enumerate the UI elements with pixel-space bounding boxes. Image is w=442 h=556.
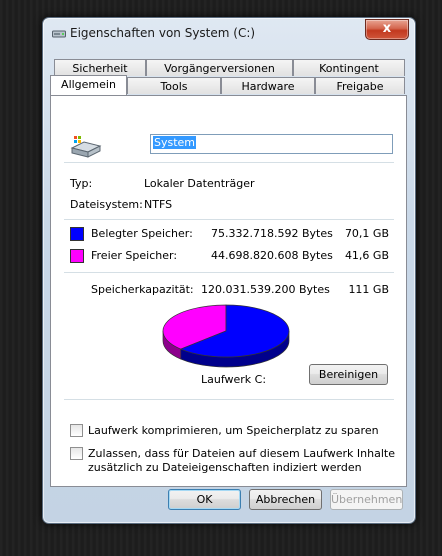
index-label-line1[interactable]: Zulassen, dass für Dateien auf diesem La… — [88, 447, 395, 460]
index-label-line2[interactable]: zusätzlich zu Dateieigenschaften indizie… — [88, 461, 362, 474]
drive-icon — [70, 136, 102, 158]
filesystem-label: Dateisystem: — [70, 198, 143, 211]
compress-label[interactable]: Laufwerk komprimieren, um Speicherplatz … — [88, 424, 379, 437]
filesystem-value: NTFS — [144, 198, 173, 211]
divider — [64, 219, 394, 220]
close-button[interactable]: x — [365, 19, 409, 40]
tab-sicherheit[interactable]: Sicherheit — [54, 59, 146, 76]
used-space-bytes: 75.332.718.592 Bytes — [211, 227, 333, 240]
ok-button[interactable]: OK — [168, 489, 241, 510]
drive-name-input[interactable]: System — [150, 134, 393, 154]
free-space-label: Freier Speicher: — [91, 249, 178, 262]
title-bar[interactable]: Eigenschaften von System (C:) x — [43, 18, 415, 48]
used-space-swatch — [70, 227, 84, 241]
capacity-size: 111 GB — [348, 283, 389, 296]
tab-hardware[interactable]: Hardware — [221, 77, 315, 94]
tab-vorgaengerversionen[interactable]: Vorgängerversionen — [146, 59, 293, 76]
tab-kontingent[interactable]: Kontingent — [293, 59, 405, 76]
tab-strip: Sicherheit Vorgängerversionen Kontingent… — [50, 59, 407, 97]
free-space-size: 41,6 GB — [344, 249, 389, 262]
compress-checkbox[interactable] — [70, 424, 83, 437]
cleanup-button[interactable]: Bereinigen — [309, 364, 388, 385]
type-value: Lokaler Datenträger — [144, 177, 255, 190]
free-space-swatch — [70, 249, 84, 263]
disk-usage-pie — [162, 304, 290, 368]
general-tab-panel: System Typ: Lokaler Datenträger Dateisys… — [50, 95, 407, 487]
divider — [64, 399, 394, 400]
free-space-bytes: 44.698.820.608 Bytes — [211, 249, 333, 262]
drive-letter-label: Laufwerk C: — [201, 373, 267, 386]
capacity-bytes: 120.031.539.200 Bytes — [201, 283, 330, 296]
index-checkbox[interactable] — [70, 447, 83, 460]
apply-button[interactable]: Übernehmen — [330, 489, 403, 510]
properties-window: Eigenschaften von System (C:) x Sicherhe… — [42, 17, 416, 524]
tab-tools[interactable]: Tools — [127, 77, 221, 94]
divider — [64, 272, 394, 273]
cancel-button[interactable]: Abbrechen — [249, 489, 322, 510]
close-icon: x — [382, 21, 392, 36]
capacity-label: Speicherkapazität: — [91, 283, 194, 296]
used-space-size: 70,1 GB — [344, 227, 389, 240]
type-label: Typ: — [70, 177, 93, 190]
window-title: Eigenschaften von System (C:) — [70, 26, 256, 40]
used-space-label: Belegter Speicher: — [91, 227, 193, 240]
drive-name-value: System — [153, 136, 197, 149]
tab-freigabe[interactable]: Freigabe — [315, 77, 405, 94]
tab-allgemein[interactable]: Allgemein — [50, 75, 127, 95]
divider — [64, 162, 394, 163]
drive-title-icon — [52, 30, 66, 38]
